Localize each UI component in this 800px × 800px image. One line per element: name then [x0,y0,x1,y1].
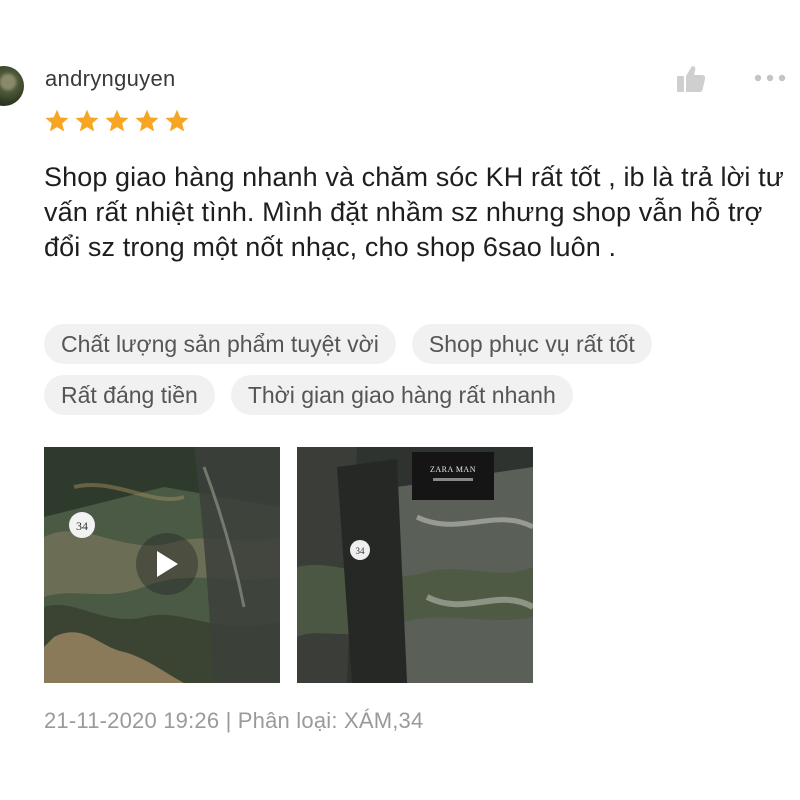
star-icon [135,109,159,132]
star-icon [105,109,129,132]
review-tag[interactable]: Thời gian giao hàng rất nhanh [230,375,573,415]
review-photo-thumbnail[interactable]: ZARA MAN 34 [297,447,533,683]
star-icon [75,109,99,132]
review-tags: Chất lượng sản phẩm tuyệt vời Shop phục … [44,324,764,415]
size-tag-label: 34 [356,546,366,556]
review-meta: 21-11-2020 19:26 | Phân loại: XÁM,34 [44,708,424,733]
size-tag-label: 34 [76,519,88,533]
more-horizontal-icon[interactable] [752,66,788,90]
username[interactable]: andrynguyen [45,66,176,92]
rating-stars [44,108,190,134]
review-video-thumbnail[interactable]: 34 [44,447,280,683]
review-text: Shop giao hàng nhanh và chăm sóc KH rất … [44,162,784,262]
star-icon [45,109,69,132]
review-tag[interactable]: Chất lượng sản phẩm tuyệt vời [44,324,396,364]
brand-label: ZARA MAN [430,465,476,474]
review-tag[interactable]: Rất đáng tiền [44,375,215,415]
packaged-product-photo: ZARA MAN 34 [297,447,533,683]
thumbs-up-icon[interactable] [674,62,708,96]
play-button[interactable] [136,533,198,595]
avatar[interactable] [0,66,24,106]
play-icon [157,551,178,577]
star-icon [165,109,189,132]
review-tag[interactable]: Shop phục vụ rất tốt [411,324,652,364]
